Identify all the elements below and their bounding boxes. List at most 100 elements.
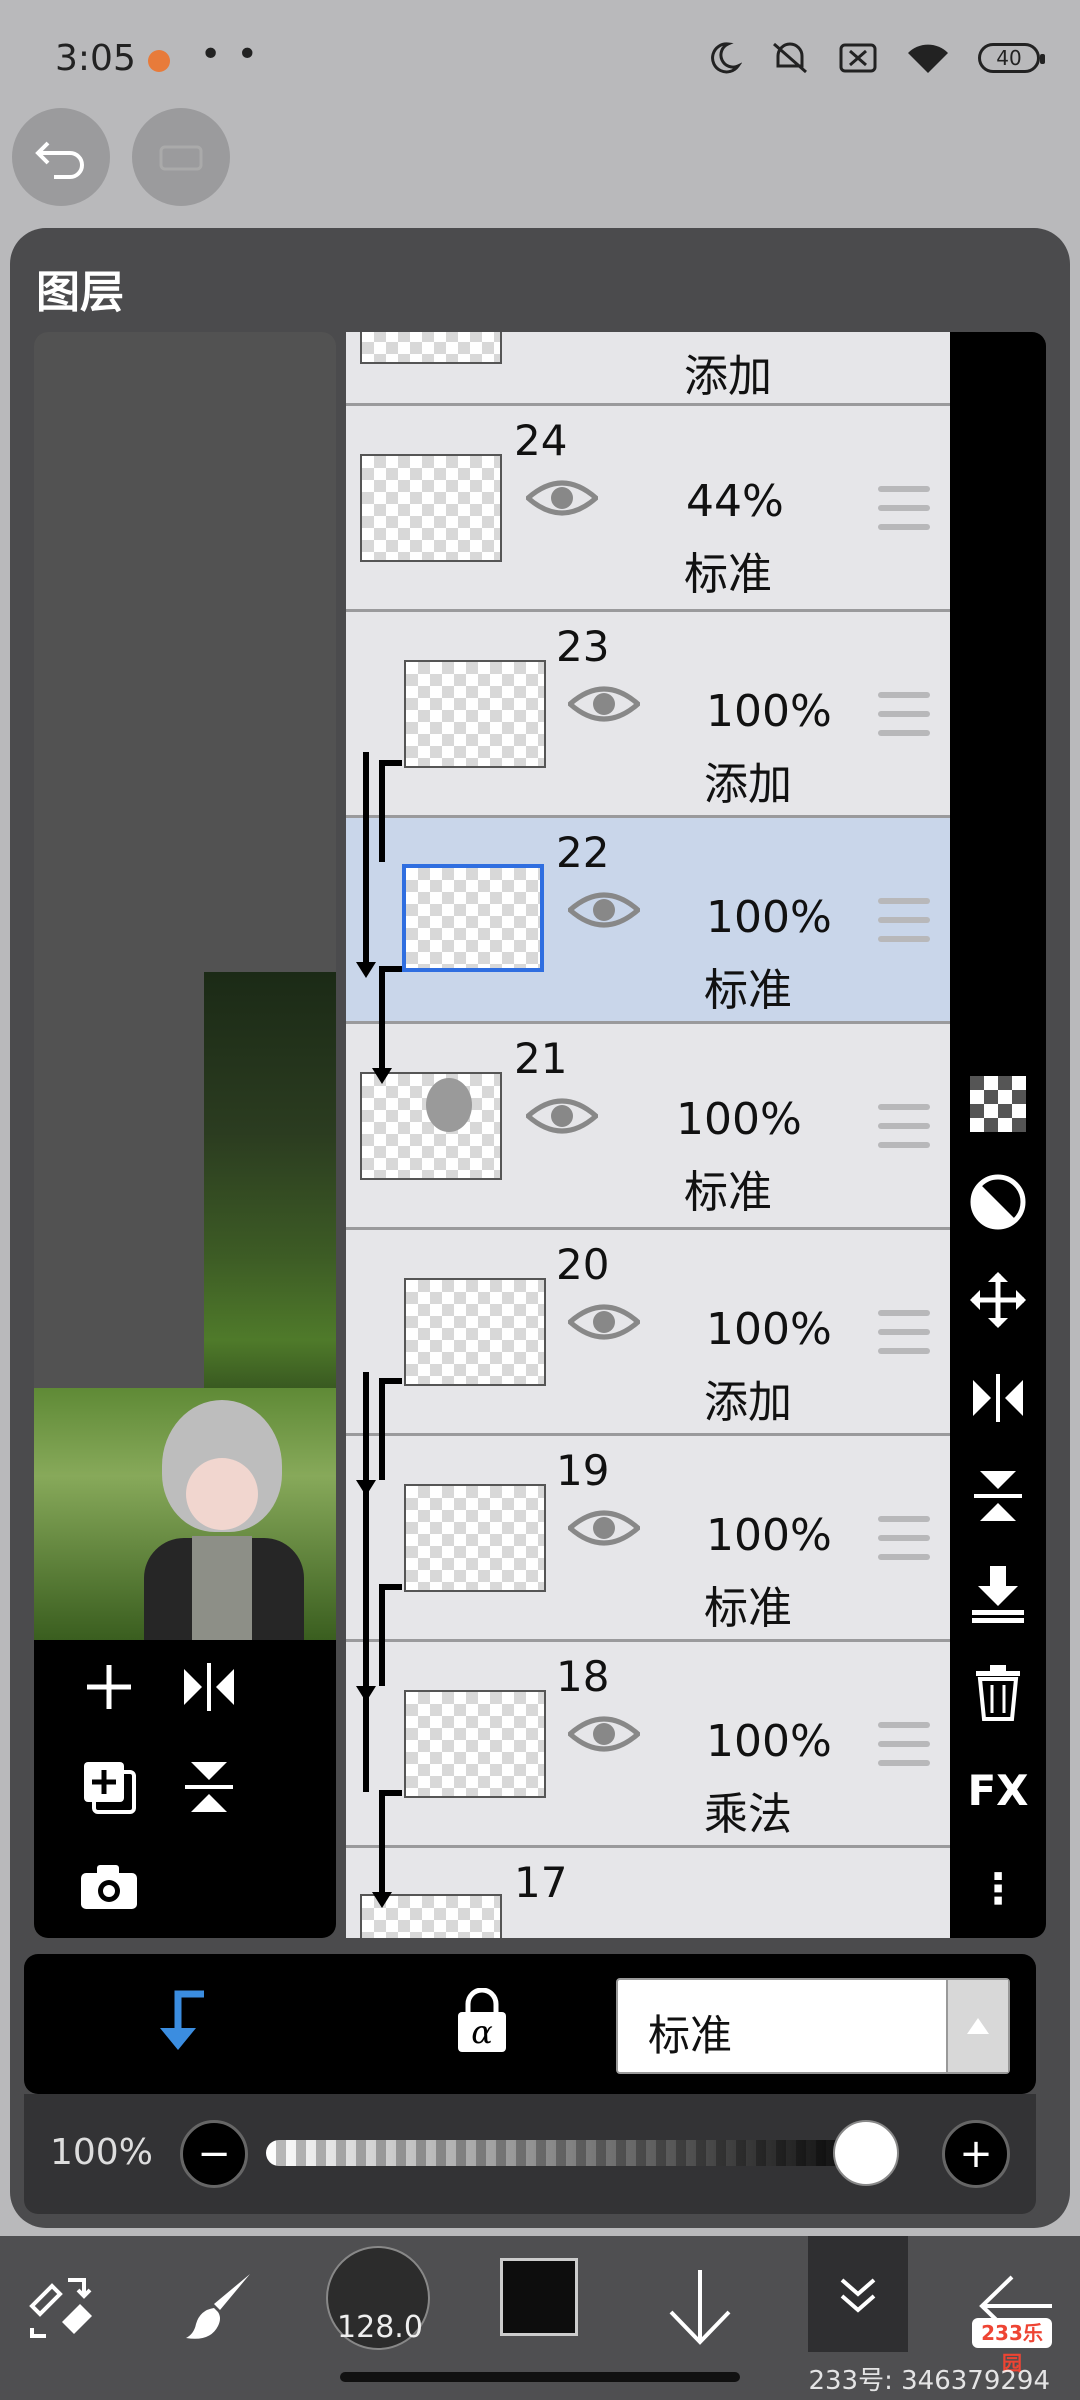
layer-row-selected[interactable]: 22 100% 标准 (346, 818, 952, 1024)
merge-down-button[interactable] (968, 1564, 1028, 1624)
layer-row[interactable]: 24 44% 标准 (346, 406, 952, 612)
drag-handle-icon[interactable] (878, 1104, 930, 1148)
move-down-button[interactable] (650, 2256, 750, 2356)
drag-handle-icon[interactable] (878, 1310, 930, 1354)
layer-thumbnail (404, 1690, 546, 1798)
move-layer-button[interactable] (968, 1270, 1028, 1330)
brush-icon (186, 2274, 250, 2339)
moon-icon (711, 42, 742, 74)
delete-layer-button[interactable] (968, 1662, 1028, 1722)
visibility-eye-icon[interactable] (568, 1300, 640, 1344)
visibility-eye-icon[interactable] (568, 1712, 640, 1756)
flip-horizontal-icon (184, 1663, 234, 1711)
brush-size-button[interactable]: 128.0 (326, 2246, 430, 2350)
status-bar: 3:05 • • 40 (0, 0, 1080, 120)
eraser-swap-icon (29, 2278, 92, 2338)
opacity-slider-knob[interactable] (833, 2120, 899, 2186)
clipping-button[interactable] (154, 1988, 210, 2058)
merge-down-icon (972, 1566, 1024, 1623)
redo-icon (159, 145, 203, 171)
undo-button[interactable] (12, 108, 110, 206)
alpha-lock-icon: α (458, 1987, 506, 2052)
alpha-lock-button[interactable]: α (454, 1987, 510, 2058)
drag-handle-icon[interactable] (878, 692, 930, 736)
layer-opacity: 100% (706, 892, 832, 943)
drag-handle-icon[interactable] (878, 898, 930, 942)
layer-number: 21 (514, 1034, 568, 1083)
layer-number: 22 (556, 828, 610, 877)
layer-thumbnail (404, 1484, 546, 1592)
layer-thumbnail (360, 454, 502, 562)
eraser-toggle-button[interactable] (12, 2256, 112, 2356)
layer-opacity: 44% (686, 476, 784, 527)
move-arrows-icon (970, 1272, 1026, 1328)
visibility-eye-icon[interactable] (568, 1506, 640, 1550)
trash-icon (976, 1665, 1020, 1721)
mute-icon (773, 42, 807, 74)
layer-blend-mode: 添加 (704, 1377, 792, 1428)
wifi-icon (908, 44, 948, 73)
opacity-row: 100% − + (24, 2094, 1036, 2214)
visibility-eye-icon[interactable] (526, 476, 598, 520)
redo-button[interactable] (132, 108, 230, 206)
visibility-eye-icon[interactable] (568, 888, 640, 932)
watermark-text: 233号: 346379294 (808, 2366, 1050, 2396)
status-icons: 40 (706, 40, 1045, 76)
layer-number: 24 (514, 416, 568, 465)
layer-panel: 图层 添加 24 44% 标准 23 100% 添加 22 100% 标准 21… (10, 228, 1070, 2228)
layer-blend-mode: 添加 (704, 759, 792, 810)
layer-thumbnail (402, 864, 544, 972)
composite-thumbnail[interactable] (34, 1388, 336, 1640)
layer-blend-mode: 乘法 (704, 1789, 792, 1840)
visibility-eye-icon[interactable] (526, 1094, 598, 1138)
minus-icon: − (197, 2131, 231, 2177)
checkerboard-icon (970, 1076, 1026, 1132)
camera-button[interactable] (74, 1852, 144, 1922)
layer-row[interactable]: 20 100% 添加 (346, 1230, 952, 1436)
drag-handle-icon[interactable] (878, 486, 930, 530)
flip-vertical-button[interactable] (174, 1752, 244, 1822)
layer-row[interactable]: 19 100% 标准 (346, 1436, 952, 1642)
navigation-pill[interactable] (340, 2372, 740, 2382)
layer-tools (34, 1640, 336, 1938)
layer-number: 20 (556, 1240, 610, 1289)
status-dots: • • (200, 34, 260, 75)
transparency-button[interactable] (968, 1074, 1028, 1134)
layer-opacity: 100% (676, 1094, 802, 1145)
collapse-toolbar-button[interactable] (808, 2236, 908, 2352)
drag-handle-icon[interactable] (878, 1516, 930, 1560)
invert-button[interactable] (968, 1172, 1028, 1232)
flip-horizontal-button[interactable] (968, 1368, 1028, 1428)
layer-row[interactable]: 23 100% 添加 (346, 612, 952, 818)
blend-bar: α 标准 (24, 1954, 1036, 2094)
layer-blend-mode: 标准 (704, 1583, 792, 1634)
layer-row[interactable]: 18 100% 乘法 (346, 1642, 952, 1848)
duplicate-layer-button[interactable] (74, 1752, 144, 1822)
layer-thumbnail (404, 660, 546, 768)
layer-blend-mode: 标准 (684, 1167, 772, 1218)
opacity-value: 100% (50, 2132, 153, 2173)
drag-handle-icon[interactable] (878, 1722, 930, 1766)
flip-vertical-button[interactable] (968, 1466, 1028, 1526)
layer-row[interactable]: 17 (346, 1848, 952, 1938)
color-swatch[interactable] (500, 2258, 578, 2336)
more-options-button[interactable]: ⋮ (968, 1858, 1028, 1918)
blend-mode-select[interactable]: 标准 (616, 1978, 1010, 2074)
layer-opacity: 100% (706, 1304, 832, 1355)
layer-opacity: 100% (706, 1716, 832, 1767)
fx-button[interactable]: FX (967, 1760, 1028, 1820)
layer-row[interactable]: 21 100% 标准 (346, 1024, 952, 1230)
more-icon: ⋮ (977, 1863, 1019, 1913)
brush-tool-button[interactable] (170, 2256, 270, 2356)
battery-icon: 40 (978, 43, 1045, 73)
add-layer-button[interactable] (74, 1652, 144, 1722)
opacity-increase-button[interactable]: + (942, 2120, 1010, 2188)
opacity-slider[interactable] (266, 2140, 886, 2166)
layer-row[interactable]: 添加 (346, 332, 952, 406)
opacity-decrease-button[interactable]: − (180, 2120, 248, 2188)
visibility-eye-icon[interactable] (568, 682, 640, 726)
layer-number: 18 (556, 1652, 610, 1701)
flip-horizontal-button[interactable] (174, 1652, 244, 1722)
layer-number: 17 (514, 1858, 568, 1907)
status-time: 3:05 (55, 38, 136, 79)
